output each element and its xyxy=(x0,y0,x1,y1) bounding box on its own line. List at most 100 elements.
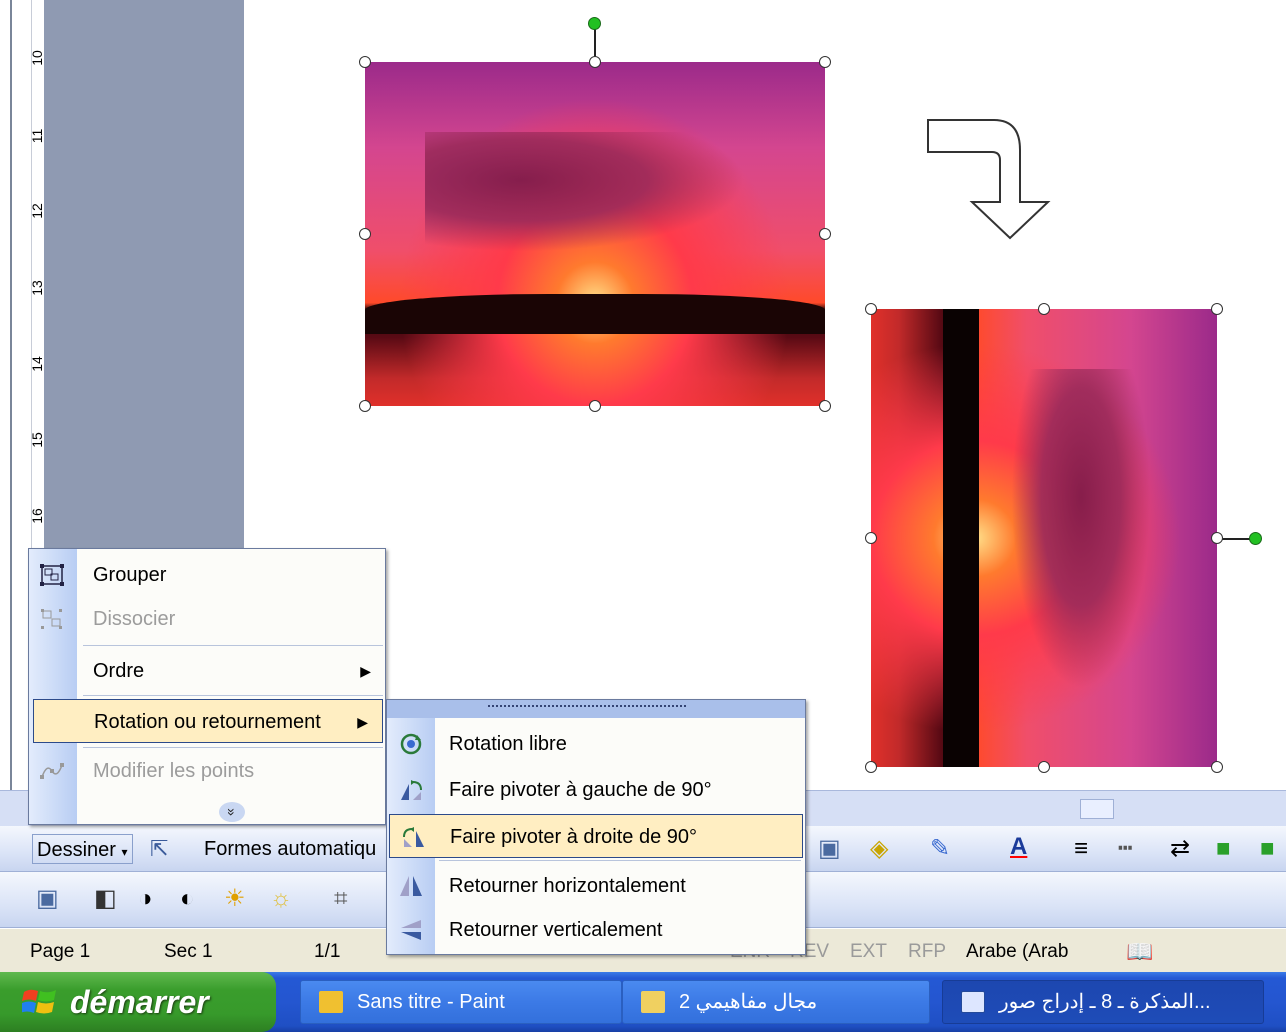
resize-handle[interactable] xyxy=(1211,761,1223,773)
resize-handle[interactable] xyxy=(1038,761,1050,773)
submenu-item-retourner-horizontalement[interactable]: Retourner horizontalement xyxy=(387,864,805,908)
submenu-item-rotation-libre[interactable]: Rotation libre xyxy=(387,722,805,766)
select-pointer-icon[interactable]: ⇱ xyxy=(150,834,168,864)
resize-handle[interactable] xyxy=(589,400,601,412)
submenu-item-retourner-verticalement[interactable]: Retourner verticalement xyxy=(387,908,805,952)
resize-handle[interactable] xyxy=(1211,303,1223,315)
submenu-item-label: Faire pivoter à gauche de 90° xyxy=(449,779,712,801)
submenu-item-label: Retourner verticalement xyxy=(449,919,663,941)
drawing-context-menu: Grouper Dissocier Ordre ▶ Rotation ou re… xyxy=(28,548,386,825)
rotate-right-icon xyxy=(403,827,424,847)
start-button[interactable]: démarrer xyxy=(0,972,276,1032)
task-folder[interactable]: مجال مفاهيمي 2 xyxy=(622,980,930,1024)
line-style-icon[interactable]: ≡ xyxy=(1074,834,1088,864)
free-rotate-icon xyxy=(400,733,422,755)
resize-handle[interactable] xyxy=(359,56,371,68)
start-label: démarrer xyxy=(70,984,209,1020)
menu-separator xyxy=(439,860,801,861)
grip-dots xyxy=(487,704,687,708)
resize-handle[interactable] xyxy=(819,56,831,68)
flip-horizontal-icon xyxy=(400,876,422,896)
task-label: Sans titre - Paint xyxy=(357,991,505,1013)
flip-vertical-icon xyxy=(401,920,421,940)
submenu-item-label: Rotation libre xyxy=(449,733,567,755)
taskbar: démarrer Sans titre - Paint مجال مفاهيمي… xyxy=(0,972,1286,1032)
insert-picture-icon[interactable]: ▣ xyxy=(818,834,841,864)
insert-picture-icon[interactable]: ▣ xyxy=(36,884,59,914)
fill-color-icon[interactable]: ◈ xyxy=(870,834,888,864)
more-contrast-icon[interactable]: ◑ xyxy=(138,884,153,914)
rotation-submenu: Rotation libre Faire pivoter à gauche de… xyxy=(386,699,806,955)
spelling-check-icon[interactable]: 📖 xyxy=(1126,941,1153,963)
sunset-image-original[interactable] xyxy=(365,62,825,406)
more-brightness-icon[interactable]: ☀ xyxy=(224,884,246,914)
menu-item-grouper[interactable]: Grouper xyxy=(29,553,385,597)
crop-icon[interactable]: ⌗ xyxy=(334,884,348,914)
section-indicator: Sec 1 xyxy=(164,941,213,962)
rotation-handle[interactable] xyxy=(1249,532,1262,545)
resize-handle[interactable] xyxy=(819,228,831,240)
resize-handle[interactable] xyxy=(359,400,371,412)
expand-glyph: » xyxy=(223,808,240,816)
ruler-number: 13 xyxy=(29,280,45,296)
formes-label: Formes automatiqu xyxy=(204,838,377,860)
submenu-drag-handle[interactable] xyxy=(387,700,805,718)
dessiner-button[interactable]: Dessiner ▾ xyxy=(32,834,133,864)
page-count: 1/1 xyxy=(314,941,341,962)
task-word-document[interactable]: ...المذكرة ـ 8 ـ إدراج صور xyxy=(942,980,1264,1024)
sunset-image-rotated[interactable] xyxy=(871,309,1217,767)
image-cloud xyxy=(425,132,745,252)
color-mode-icon[interactable]: ◧ xyxy=(94,884,117,914)
font-color-icon[interactable]: A xyxy=(1010,832,1027,862)
menu-item-rotation[interactable]: Rotation ou retournement ▶ xyxy=(33,699,383,743)
submenu-item-pivoter-gauche[interactable]: Faire pivoter à gauche de 90° xyxy=(387,768,805,812)
arrow-style-icon[interactable]: ⇄ xyxy=(1170,834,1190,864)
ungroup-icon xyxy=(41,609,62,629)
paint-icon xyxy=(319,991,343,1013)
ruler-number: 14 xyxy=(29,356,45,372)
image-cloud xyxy=(1011,369,1151,689)
3d-style-icon[interactable]: ■ xyxy=(1260,834,1275,864)
resize-handle[interactable] xyxy=(819,400,831,412)
submenu-item-label: Retourner horizontalement xyxy=(449,875,686,897)
dropdown-arrow-icon: ▾ xyxy=(121,845,128,859)
folder-icon xyxy=(641,991,665,1013)
menu-item-label: Dissocier xyxy=(93,608,176,630)
windows-logo-icon xyxy=(22,989,56,1014)
rfp-indicator[interactable]: RFP xyxy=(908,941,946,963)
submenu-item-pivoter-droite[interactable]: Faire pivoter à droite de 90° xyxy=(389,814,803,858)
task-paint[interactable]: Sans titre - Paint xyxy=(300,980,622,1024)
line-color-icon[interactable]: ✎ xyxy=(930,834,950,864)
resize-handle[interactable] xyxy=(865,761,877,773)
word-doc-icon xyxy=(961,991,985,1013)
shadow-style-icon[interactable]: ■ xyxy=(1216,834,1231,864)
submenu-item-label: Faire pivoter à droite de 90° xyxy=(450,826,698,848)
menu-separator xyxy=(83,645,383,646)
less-brightness-icon[interactable]: ☼ xyxy=(270,884,292,914)
ext-indicator[interactable]: EXT xyxy=(850,941,887,963)
resize-handle[interactable] xyxy=(589,56,601,68)
formes-automatiques-button[interactable]: Formes automatiqu xyxy=(204,834,376,864)
dash-style-icon[interactable]: ┅ xyxy=(1118,834,1132,864)
menu-item-label: Rotation ou retournement xyxy=(94,711,321,733)
menu-item-modifier-points: Modifier les points xyxy=(29,749,385,793)
ruler-number: 15 xyxy=(29,432,45,448)
less-contrast-icon[interactable]: ◐ xyxy=(180,884,195,914)
ruler-number: 11 xyxy=(29,128,45,144)
menu-item-label: Grouper xyxy=(93,564,167,586)
menu-item-ordre[interactable]: Ordre ▶ xyxy=(29,649,385,693)
resize-handle[interactable] xyxy=(865,303,877,315)
ruler-number: 16 xyxy=(29,508,45,524)
menu-separator xyxy=(83,695,383,696)
expand-menu-chevron-icon[interactable]: » xyxy=(219,802,245,822)
resize-handle[interactable] xyxy=(865,532,877,544)
ruler-track xyxy=(10,0,12,790)
resize-handle[interactable] xyxy=(359,228,371,240)
language-indicator: Arabe (Arab xyxy=(966,941,1069,962)
rotation-handle[interactable] xyxy=(588,17,601,30)
ruler-number: 10 xyxy=(29,50,45,66)
scroll-thumb[interactable] xyxy=(1080,799,1114,819)
menu-separator xyxy=(83,747,383,748)
resize-handle[interactable] xyxy=(1211,532,1223,544)
resize-handle[interactable] xyxy=(1038,303,1050,315)
